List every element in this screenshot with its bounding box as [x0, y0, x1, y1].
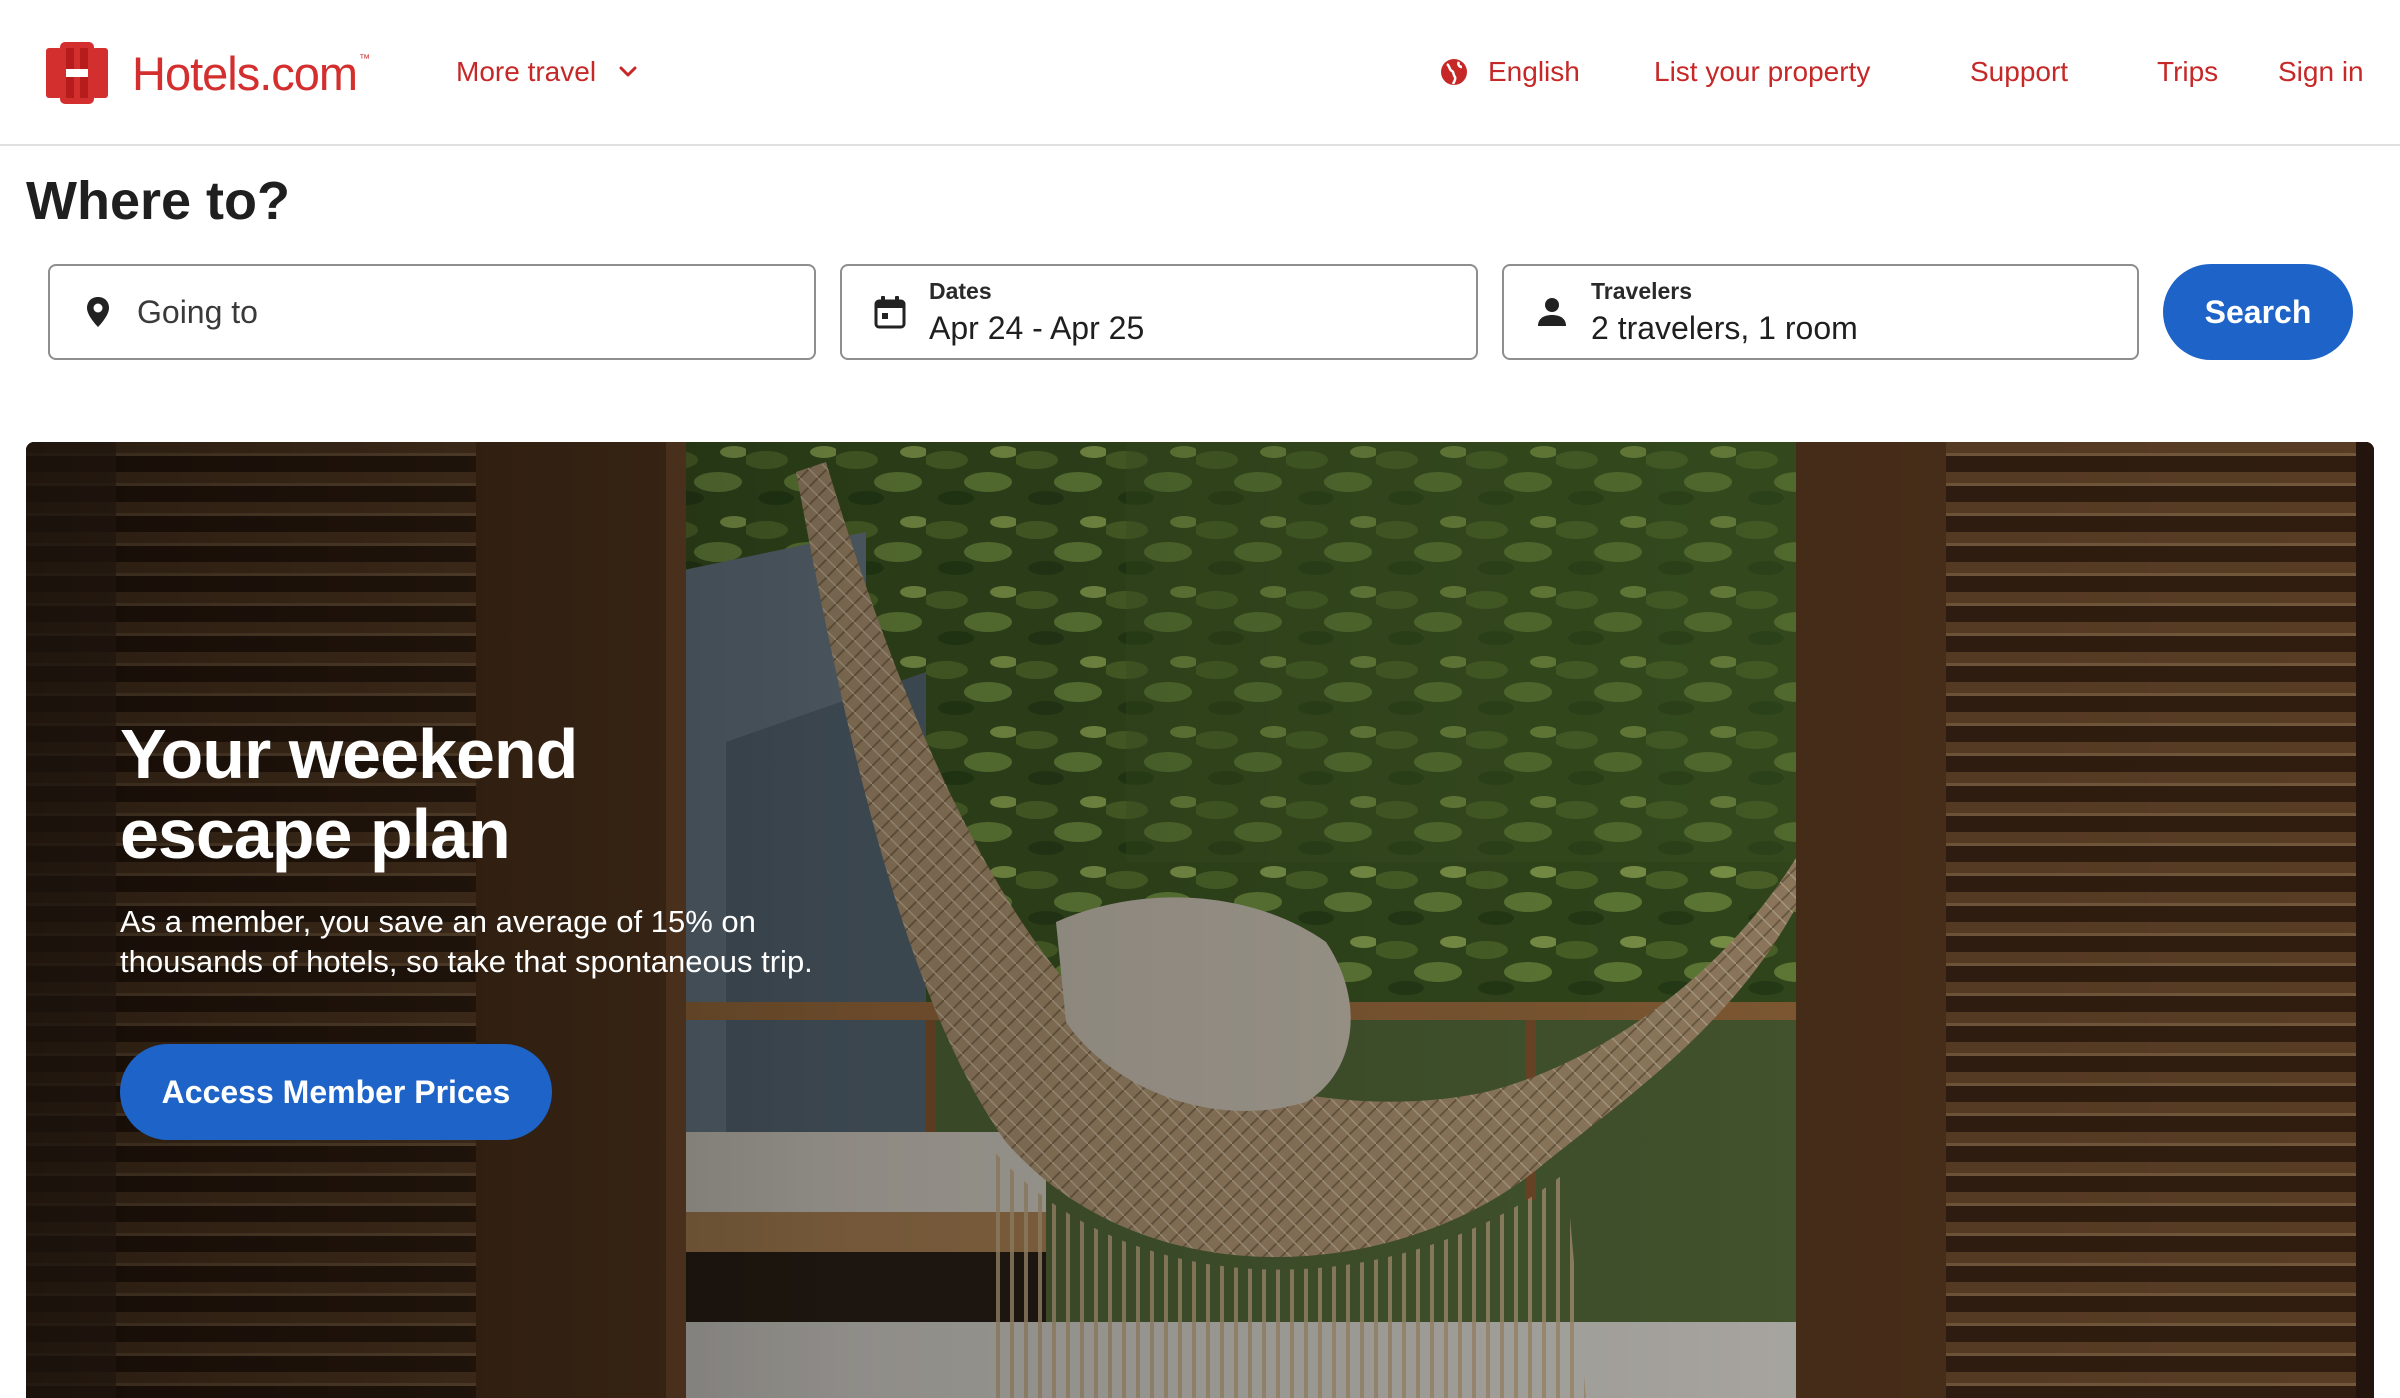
travelers-value: 2 travelers, 1 room	[1591, 310, 1858, 346]
dates-value: Apr 24 - Apr 25	[929, 310, 1145, 346]
hero-title-line-2: escape plan	[120, 795, 511, 873]
destination-placeholder: Going to	[137, 294, 258, 330]
chevron-down-icon	[619, 66, 637, 77]
brand-name: Hotels.com	[132, 46, 358, 100]
sign-in-link[interactable]: Sign in	[2278, 52, 2364, 92]
hero-description: As a member, you save an average of 15% …	[120, 904, 813, 979]
hero-banner: Your weekend escape plan As a member, yo…	[26, 442, 2374, 1398]
location-pin-icon	[87, 297, 109, 327]
calendar-icon	[874, 296, 906, 329]
search-button[interactable]: Search	[2163, 264, 2353, 360]
travelers-label: Travelers	[1591, 278, 1693, 304]
destination-field[interactable]: Going to	[48, 264, 816, 360]
person-icon	[1538, 298, 1566, 326]
support-link[interactable]: Support	[1970, 52, 2068, 92]
travelers-field[interactable]: Travelers 2 travelers, 1 room	[1502, 264, 2139, 360]
list-property-link[interactable]: List your property	[1654, 52, 1870, 92]
trademark-mark: ™	[359, 53, 371, 65]
dates-label: Dates	[929, 278, 992, 304]
more-travel-menu[interactable]: More travel	[456, 52, 638, 92]
language-selector[interactable]: English	[1438, 52, 1580, 92]
globe-icon	[1441, 59, 1467, 85]
access-member-prices-button[interactable]: Access Member Prices	[120, 1044, 552, 1140]
search-heading: Where to?	[26, 171, 290, 231]
hero-title-line-1: Your weekend	[120, 715, 578, 793]
dates-field[interactable]: Dates Apr 24 - Apr 25	[840, 264, 1478, 360]
more-travel-label: More travel	[456, 56, 597, 87]
language-label: English	[1488, 56, 1580, 87]
trips-link[interactable]: Trips	[2157, 52, 2218, 92]
hero-title: Your weekend escape plan	[120, 714, 820, 874]
site-header: Hotels.com ™ More travel English List you…	[0, 0, 2400, 146]
hotels-logo-icon	[46, 42, 108, 104]
brand-logo[interactable]: Hotels.com ™	[46, 40, 370, 106]
